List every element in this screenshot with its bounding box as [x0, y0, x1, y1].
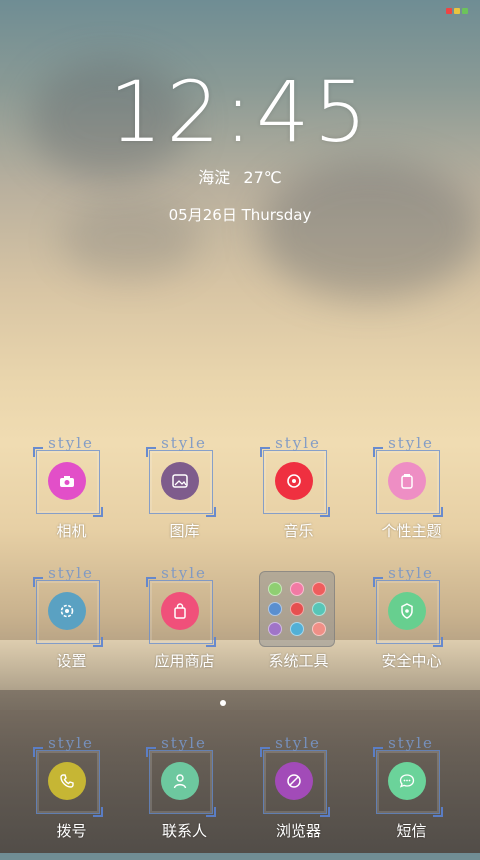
folder-app-icon: [268, 622, 282, 636]
battery-icon: [462, 8, 468, 14]
app-system-tools-folder[interactable]: 系统工具: [242, 570, 355, 690]
app-label: 个性主题: [381, 522, 442, 540]
style-tag: style: [161, 734, 207, 752]
app-gallery[interactable]: style 图库: [128, 434, 241, 560]
wifi-icon: [454, 8, 460, 14]
style-tag: style: [48, 734, 94, 752]
weather-info: 海淀 27℃: [0, 164, 480, 188]
phone-icon: [48, 762, 86, 800]
app-label: 短信: [396, 822, 427, 840]
app-label: 系统工具: [268, 652, 329, 670]
app-label: 相机: [56, 522, 87, 540]
camera-icon: [48, 462, 86, 500]
app-label: 拨号: [56, 822, 87, 840]
style-tag: style: [275, 434, 321, 452]
folder-app-icon: [290, 602, 304, 616]
style-tag: style: [388, 734, 434, 752]
app-music[interactable]: style 音乐: [242, 434, 355, 560]
app-messages[interactable]: style 短信: [355, 734, 468, 860]
app-label: 设置: [56, 652, 87, 670]
style-tag: style: [48, 434, 94, 452]
folder-app-icon: [290, 622, 304, 636]
app-contacts[interactable]: style 联系人: [128, 734, 241, 860]
style-tag: style: [388, 434, 434, 452]
app-store[interactable]: style 应用商店: [128, 564, 241, 690]
gallery-icon: [161, 462, 199, 500]
message-icon: [388, 762, 426, 800]
folder-app-icon: [268, 602, 282, 616]
app-label: 应用商店: [154, 652, 215, 670]
folder-app-icon: [312, 622, 326, 636]
folder-app-icon: [268, 582, 282, 596]
folder-icon: [259, 571, 335, 647]
clock-time: 12:45: [108, 63, 372, 161]
style-tag: style: [161, 434, 207, 452]
music-icon: [275, 462, 313, 500]
weather-location: 海淀: [198, 168, 231, 187]
app-label: 图库: [169, 522, 200, 540]
folder-app-icon: [312, 602, 326, 616]
app-settings[interactable]: style 设置: [15, 564, 128, 690]
date-text: 05月26日 Thursday: [168, 206, 312, 224]
style-tag: style: [388, 564, 434, 582]
app-security[interactable]: style 安全中心: [355, 564, 468, 690]
style-tag: style: [275, 734, 321, 752]
app-browser[interactable]: style 浏览器: [242, 734, 355, 860]
style-tag: style: [48, 564, 94, 582]
status-icons: [446, 8, 468, 14]
app-label: 音乐: [283, 522, 314, 540]
weather-temp: 27℃: [243, 168, 282, 187]
folder-app-icon: [290, 582, 304, 596]
app-camera[interactable]: style 相机: [15, 434, 128, 560]
theme-icon: [388, 462, 426, 500]
app-dialer[interactable]: style 拨号: [15, 734, 128, 860]
folder-app-icon: [312, 582, 326, 596]
app-label: 安全中心: [381, 652, 442, 670]
security-icon: [388, 592, 426, 630]
contacts-icon: [161, 762, 199, 800]
app-label: 联系人: [161, 822, 207, 840]
store-icon: [161, 592, 199, 630]
settings-icon: [48, 592, 86, 630]
app-label: 浏览器: [275, 822, 321, 840]
signal-icon: [446, 8, 452, 14]
browser-icon: [275, 762, 313, 800]
app-theme[interactable]: style 个性主题: [355, 434, 468, 560]
page-indicator: [220, 700, 226, 706]
style-tag: style: [161, 564, 207, 582]
